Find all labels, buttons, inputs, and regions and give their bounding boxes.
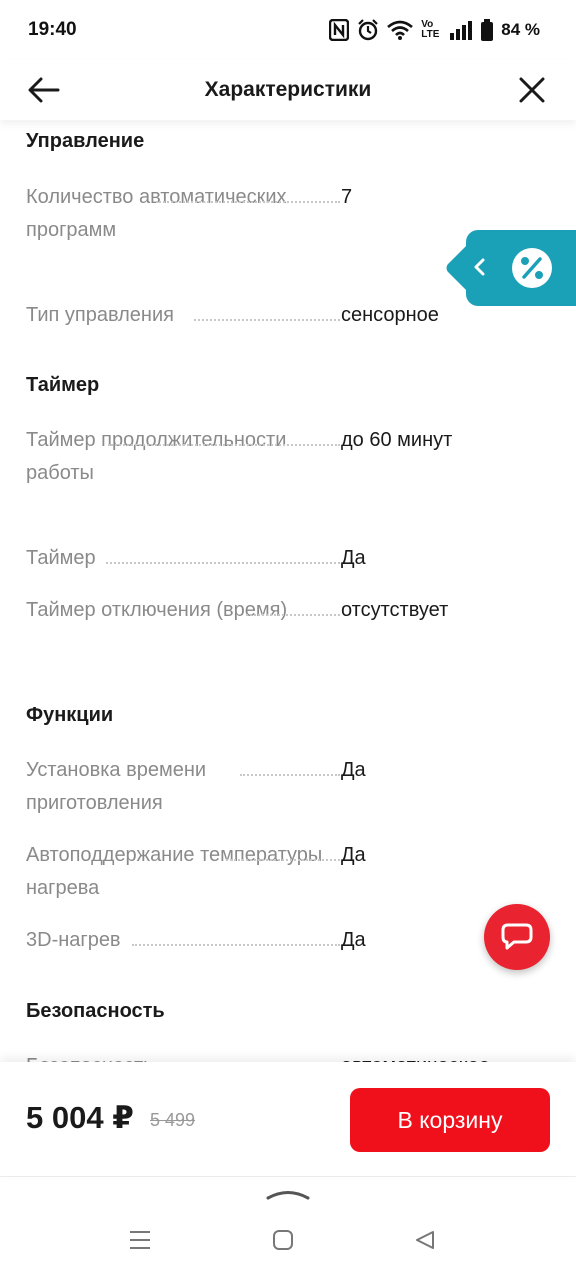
- back-nav-icon[interactable]: [414, 1229, 436, 1251]
- menu-icon[interactable]: [128, 1229, 152, 1251]
- spec-value: отсутствует: [341, 599, 449, 621]
- spec-value: до 60 минут: [341, 429, 453, 451]
- alarm-icon: [358, 19, 379, 41]
- spec-value: автоматическое: [341, 1050, 490, 1062]
- spec-row: Безопасность автоматическое: [26, 1050, 546, 1062]
- battery-icon: [481, 19, 494, 41]
- spec-leader-dots: [106, 542, 340, 564]
- section-title-safety: Безопасность: [26, 1000, 165, 1022]
- chat-icon: [501, 923, 533, 950]
- chevron-up-icon[interactable]: [266, 1185, 310, 1201]
- spec-value: Да: [341, 759, 366, 781]
- spec-leader-dots: [156, 181, 340, 203]
- spec-value: Да: [341, 844, 366, 866]
- close-button[interactable]: [514, 72, 550, 108]
- promo-tab[interactable]: [466, 230, 576, 306]
- section-title-control: Управление: [26, 130, 145, 152]
- spec-leader-dots: [246, 594, 340, 616]
- spec-leader-dots: [108, 424, 340, 446]
- spec-value: Да: [341, 547, 366, 569]
- battery-level: 84 %: [501, 20, 540, 39]
- spec-row: Установка времени приготовления Да: [26, 754, 546, 822]
- spec-row: Таймер отключения (время) отсутствует: [26, 594, 546, 662]
- signal-icon: [450, 21, 473, 40]
- old-price: 5 499: [150, 1110, 196, 1130]
- chat-button[interactable]: [484, 904, 550, 970]
- purchase-bar: 5 004 ₽ 5 499 В корзину: [0, 1062, 576, 1176]
- status-time: 19:40: [28, 19, 77, 40]
- chevron-left-icon: [474, 258, 485, 276]
- spec-row: 3D-нагрев Да: [26, 924, 546, 958]
- close-icon: [519, 77, 545, 103]
- percent-icon: [512, 248, 552, 288]
- system-navigation-bar: [0, 1176, 576, 1280]
- current-price: 5 004 ₽: [26, 1100, 134, 1135]
- arrow-left-icon: [28, 77, 60, 103]
- nfc-icon: [329, 19, 350, 41]
- back-button[interactable]: [26, 72, 62, 108]
- spec-value: Да: [341, 929, 366, 951]
- status-icons: Vo LTE 84 %: [329, 19, 540, 41]
- home-icon[interactable]: [272, 1229, 294, 1251]
- spec-leader-dots: [176, 1050, 340, 1062]
- spec-value: 7: [341, 186, 353, 208]
- spec-leader-dots: [194, 299, 340, 321]
- spec-value: сенсорное: [341, 304, 439, 326]
- section-title-functions: Функции: [26, 704, 114, 726]
- app-header: Характеристики: [0, 60, 576, 120]
- network-type-label: Vo LTE: [421, 19, 440, 40]
- spec-row: Таймер продолжительности работы до 60 ми…: [26, 424, 546, 524]
- status-bar: 19:40 Vo LTE 84 %: [0, 0, 576, 60]
- spec-row: Тип управления сенсорное: [26, 299, 546, 333]
- page-title: Характеристики: [204, 78, 372, 101]
- add-to-cart-button[interactable]: В корзину: [350, 1088, 550, 1152]
- spec-row: Автоподдержание температуры нагрева Да: [26, 839, 546, 907]
- spec-leader-dots: [226, 839, 340, 861]
- spec-row: Таймер Да: [26, 542, 546, 576]
- spec-leader-dots: [240, 754, 340, 776]
- wifi-icon: [387, 20, 414, 40]
- spec-leader-dots: [132, 924, 340, 946]
- section-title-timer: Таймер: [26, 374, 100, 396]
